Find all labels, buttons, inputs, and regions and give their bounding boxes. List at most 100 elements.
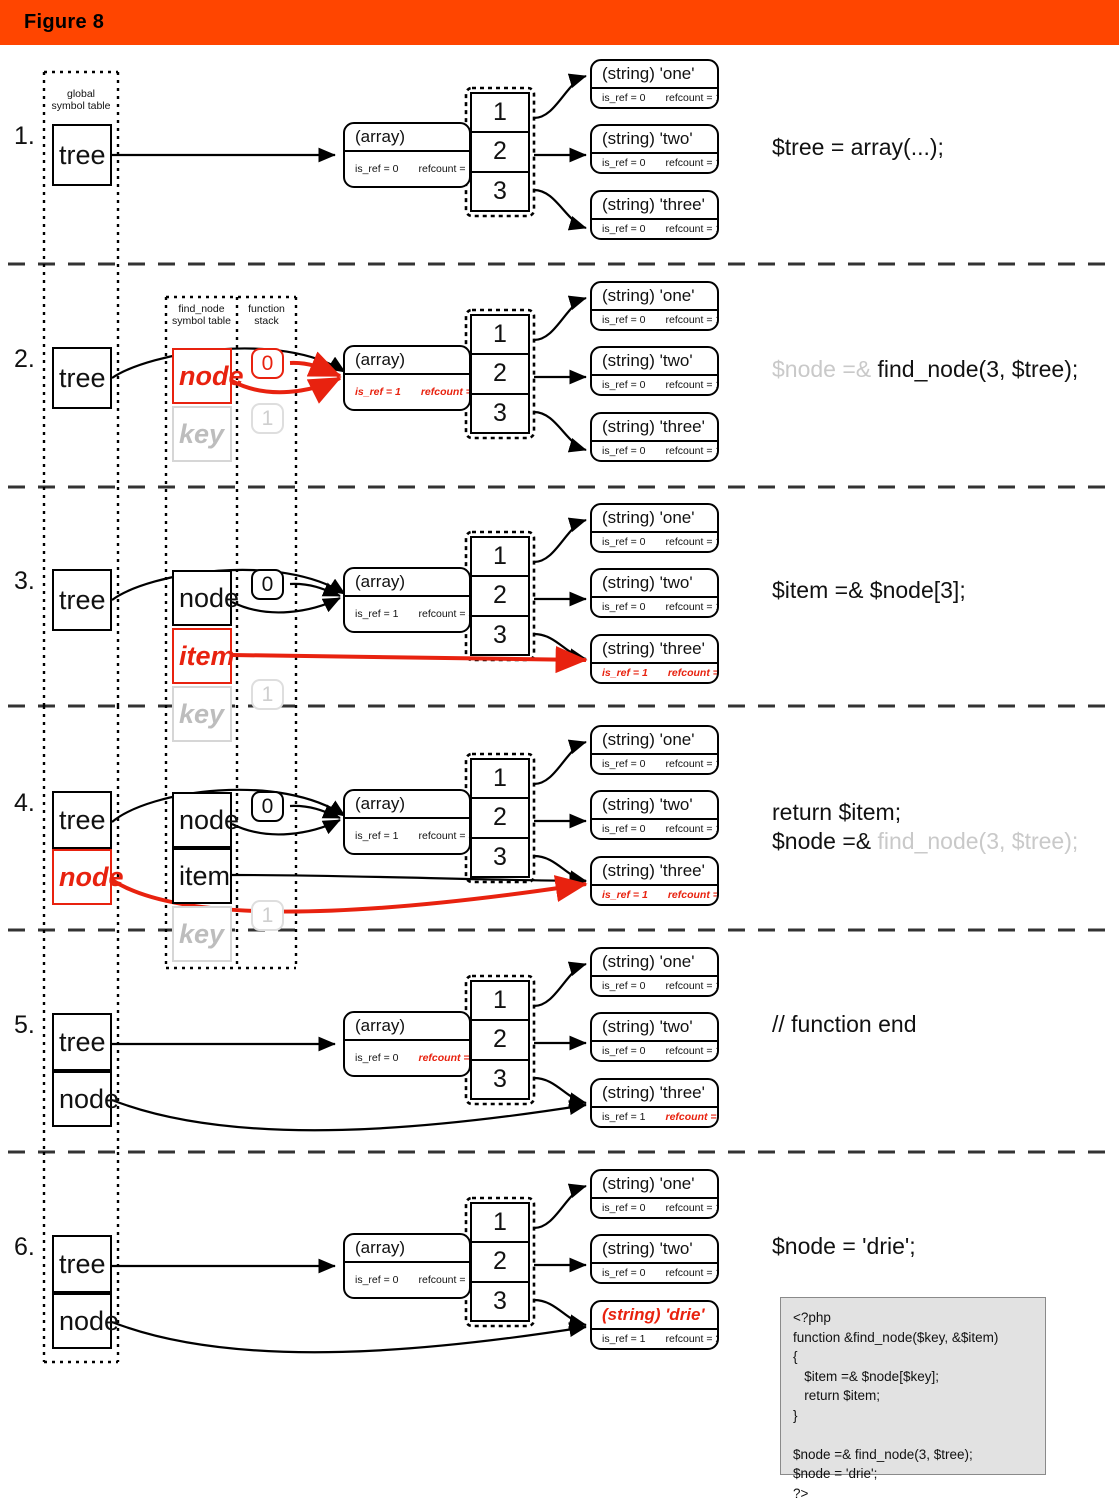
global-var-node-5: node: [52, 1071, 119, 1127]
zval-isref: is_ref = 0: [602, 314, 646, 326]
zval-meta: is_ref = 0 refcount = 1: [592, 1042, 717, 1060]
php-source-code: <?php function &find_node($key, &$item) …: [780, 1297, 1046, 1501]
zval-refcount: refcount = 2: [667, 667, 719, 679]
zval-refcount: refcount = 1: [665, 1045, 719, 1057]
zval-refcount: refcount = 1: [665, 536, 719, 548]
zval-refcount-5: refcount = 1: [418, 1052, 470, 1064]
bucket-index-1: 1: [472, 538, 528, 578]
zval-refcount: refcount = 1: [665, 601, 719, 613]
zval-meta-6: is_ref = 0 refcount = 1: [345, 1263, 469, 1297]
zval-meta: is_ref = 0 refcount = 1: [592, 442, 717, 460]
zval-refcount: refcount = 1: [665, 980, 719, 992]
stack-slot-0-2: 0: [251, 348, 284, 379]
global-symbol-table-caption: global symbol table: [51, 88, 111, 112]
zval-refcount: refcount = 1: [665, 223, 719, 235]
zval-type: (string) 'three': [592, 1080, 717, 1108]
zval-refcount: refcount = 1: [665, 758, 719, 770]
bucket-index-2: 2: [472, 133, 528, 173]
zval-string-2-3: (string) 'three' is_ref = 0 refcount = 1: [590, 412, 719, 462]
global-var-tree-3: tree: [52, 569, 112, 631]
zval-isref: is_ref = 1: [602, 667, 648, 679]
zval-meta: is_ref = 1 refcount = 2: [592, 1108, 717, 1126]
array-buckets-2: 1 2 3: [470, 314, 530, 434]
zval-isref-6: is_ref = 0: [355, 1274, 399, 1286]
zval-refcount-1: refcount = 1: [418, 163, 471, 175]
zval-refcount: refcount = 1: [665, 823, 719, 835]
zval-isref: is_ref = 0: [602, 1267, 646, 1279]
figure-header: Figure 8: [0, 0, 1119, 45]
zval-meta: is_ref = 0 refcount = 1: [592, 220, 717, 238]
step-number-1: 1.: [14, 122, 35, 150]
zval-type-4: (array): [345, 791, 469, 819]
zval-refcount-4: refcount = 3: [418, 830, 471, 842]
zval-meta: is_ref = 0 refcount = 1: [592, 533, 717, 551]
zval-type-5: (array): [345, 1013, 469, 1041]
global-var-tree-6: tree: [52, 1235, 112, 1293]
zval-type: (string) 'drie': [592, 1302, 717, 1330]
zval-isref: is_ref = 0: [602, 1202, 646, 1214]
zval-string-5-1: (string) 'one' is_ref = 0 refcount = 1: [590, 947, 719, 997]
zval-meta-3: is_ref = 1 refcount = 3: [345, 597, 469, 631]
zval-isref: is_ref = 0: [602, 536, 646, 548]
zval-isref: is_ref = 0: [602, 980, 646, 992]
zval-meta: is_ref = 1 refcount = 2: [592, 664, 717, 682]
array-buckets-6: 1 2 3: [470, 1202, 530, 1322]
bucket-index-2: 2: [472, 799, 528, 839]
zval-string-2-2: (string) 'two' is_ref = 0 refcount = 1: [590, 346, 719, 396]
zval-type-6: (array): [345, 1235, 469, 1263]
zval-refcount-2: refcount = 3: [420, 386, 469, 398]
global-var-tree-5: tree: [52, 1013, 112, 1071]
zval-isref: is_ref = 0: [602, 223, 646, 235]
step2-red-arrows: [231, 351, 342, 404]
zval-isref: is_ref = 0: [602, 379, 646, 391]
bucket-index-2: 2: [472, 1243, 528, 1283]
bucket-index-3: 3: [493, 620, 507, 649]
zval-type: (string) 'one': [592, 283, 717, 311]
zval-refcount: refcount = 1: [665, 314, 719, 326]
zval-meta: is_ref = 0 refcount = 1: [592, 1264, 717, 1282]
local-var-node-2: node: [172, 348, 244, 404]
step-number-2: 2.: [14, 345, 35, 373]
zval-string-6-2: (string) 'two' is_ref = 0 refcount = 1: [590, 1234, 719, 1284]
bucket-index-2: 2: [472, 1021, 528, 1061]
step-number-6: 6.: [14, 1233, 35, 1261]
zval-isref: is_ref = 0: [602, 1045, 646, 1057]
zval-string-3-1: (string) 'one' is_ref = 0 refcount = 1: [590, 503, 719, 553]
zval-type: (string) 'two': [592, 1014, 717, 1042]
step-caption-4-line2-gray: find_node(3, $tree);: [871, 828, 1079, 854]
zval-array-3: (array) is_ref = 1 refcount = 3: [343, 567, 471, 633]
local-var-key-2: key: [172, 406, 232, 462]
zval-type: (string) 'two': [592, 1236, 717, 1264]
zval-isref: is_ref = 1: [602, 1111, 646, 1123]
zval-meta-4: is_ref = 1 refcount = 3: [345, 819, 469, 853]
zval-type: (string) 'three': [592, 636, 717, 664]
bucket-index-3: 3: [493, 1286, 507, 1315]
zval-array-4: (array) is_ref = 1 refcount = 3: [343, 789, 471, 855]
zval-refcount: refcount = 3: [667, 889, 719, 901]
zval-isref: is_ref = 0: [602, 445, 646, 457]
zval-type-1: (array): [345, 124, 469, 152]
stack-slot-1-2: 1: [251, 403, 284, 434]
step-caption-4-line2: $node =& find_node(3, $tree);: [772, 827, 1078, 856]
step3-red-arrows: [231, 645, 588, 674]
zval-string-6-3: (string) 'drie' is_ref = 1 refcount = 2: [590, 1300, 719, 1350]
figure-title: Figure 8: [24, 11, 105, 33]
zval-string-6-1: (string) 'one' is_ref = 0 refcount = 1: [590, 1169, 719, 1219]
array-buckets-4: 1 2 3: [470, 758, 530, 878]
step-caption-4-line2-main: $node =&: [772, 828, 872, 854]
zval-isref-1: is_ref = 0: [355, 163, 399, 175]
zval-array-1: (array) is_ref = 0 refcount = 1: [343, 122, 471, 188]
bucket-index-3: 3: [493, 398, 507, 427]
zval-isref: is_ref = 0: [602, 823, 646, 835]
zval-refcount-3: refcount = 3: [418, 608, 471, 620]
zval-type: (string) 'one': [592, 61, 717, 89]
zval-string-1-2: (string) 'two' is_ref = 0 refcount = 1: [590, 124, 719, 174]
zval-type: (string) 'two': [592, 348, 717, 376]
zval-array-6: (array) is_ref = 0 refcount = 1: [343, 1233, 471, 1299]
zval-refcount-6: refcount = 1: [418, 1274, 471, 1286]
stack-slot-1-4: 1: [251, 900, 284, 931]
local-var-node-4: node: [172, 792, 239, 848]
bucket-index-3: 3: [493, 842, 507, 871]
zval-type: (string) 'one': [592, 727, 717, 755]
zval-meta: is_ref = 0 refcount = 1: [592, 376, 717, 394]
